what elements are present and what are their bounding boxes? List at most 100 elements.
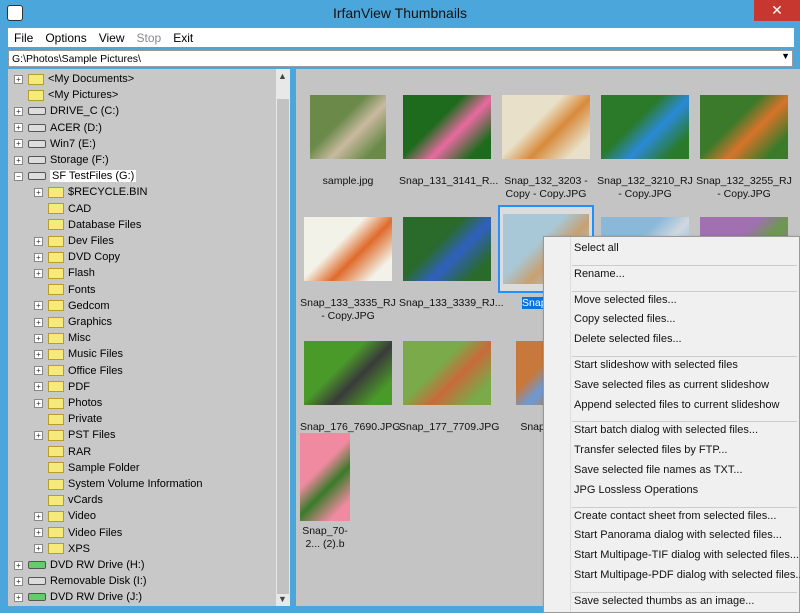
thumbnail[interactable]: Snap_132_3203 - Copy - Copy.JPG: [498, 83, 594, 201]
context-menu-item[interactable]: Start slideshow with selected files: [574, 359, 738, 371]
tree-item[interactable]: + DVD RW Drive (H:): [14, 557, 145, 573]
thumbnail[interactable]: Snap_177_7709.JPG: [399, 329, 499, 434]
tree-item[interactable]: Fonts: [34, 282, 96, 298]
close-button[interactable]: ✕: [754, 0, 800, 21]
expand-icon[interactable]: +: [34, 268, 43, 278]
tree-item[interactable]: − SF TestFiles (G:): [14, 168, 137, 184]
expand-icon[interactable]: +: [14, 139, 23, 149]
context-menu-item[interactable]: Start Panorama dialog with selected file…: [574, 529, 782, 541]
expand-icon[interactable]: +: [14, 74, 23, 84]
tree-item[interactable]: + Video: [34, 508, 96, 524]
scroll-up-icon[interactable]: ▲: [278, 71, 287, 81]
expand-icon[interactable]: +: [34, 333, 43, 343]
menu-exit[interactable]: Exit: [167, 28, 199, 47]
tree-item[interactable]: + Graphics: [34, 314, 112, 330]
tree-item[interactable]: + Removable Disk (I:): [14, 573, 147, 589]
tree-item[interactable]: Database Files: [34, 217, 141, 233]
expand-icon[interactable]: +: [14, 155, 23, 165]
thumbnail[interactable]: Snap_132_3210_RJ - Copy.JPG: [597, 83, 693, 201]
context-menu-item[interactable]: Select all: [574, 242, 619, 254]
expand-icon[interactable]: +: [34, 301, 43, 311]
tree-item[interactable]: + Video Files: [34, 525, 122, 541]
expand-icon[interactable]: +: [34, 430, 43, 440]
expand-icon[interactable]: +: [34, 382, 43, 392]
expand-icon[interactable]: +: [34, 366, 43, 376]
expand-icon[interactable]: +: [34, 236, 43, 246]
tree-item[interactable]: + DVD RW Drive (J:): [14, 589, 142, 605]
menu-view[interactable]: View: [93, 28, 131, 47]
tree-item[interactable]: RAR: [34, 444, 91, 460]
expand-icon[interactable]: +: [34, 511, 43, 521]
chevron-down-icon[interactable]: ▼: [781, 51, 790, 61]
collapse-icon[interactable]: −: [14, 171, 23, 181]
tree-item[interactable]: + PST Files: [34, 427, 115, 443]
context-menu-item[interactable]: Create contact sheet from selected files…: [574, 510, 776, 522]
expand-icon[interactable]: +: [14, 592, 23, 602]
thumbnail[interactable]: Snap_133_3335_RJ - Copy.JPG: [300, 205, 396, 323]
tree-scrollbar[interactable]: ▲ ▼: [276, 69, 290, 606]
tree-item[interactable]: + <My Documents>: [14, 71, 134, 87]
menu-separator: [572, 591, 797, 593]
tree-item[interactable]: + DVD Copy: [34, 249, 120, 265]
context-menu-item[interactable]: Transfer selected files by FTP...: [574, 444, 727, 456]
expand-icon[interactable]: +: [34, 528, 43, 538]
folder-icon: [48, 543, 64, 555]
tree-item[interactable]: + Music Files: [34, 346, 123, 362]
context-menu-item[interactable]: Save selected files as current slideshow: [574, 379, 769, 391]
context-menu-item[interactable]: Move selected files...: [574, 294, 677, 306]
expand-icon[interactable]: +: [34, 398, 43, 408]
thumbnail[interactable]: Snap_133_3339_RJ...: [399, 205, 504, 310]
context-menu-item[interactable]: Delete selected files...: [574, 333, 682, 345]
context-menu-item[interactable]: Append selected files to current slidesh…: [574, 399, 779, 411]
thumbnail[interactable]: Snap_70-2... (2).b: [300, 433, 350, 551]
tree-item[interactable]: + Photos: [34, 395, 102, 411]
tree-item[interactable]: CAD: [34, 201, 91, 217]
context-menu-item[interactable]: Copy selected files...: [574, 313, 676, 325]
tree-item[interactable]: + XPS: [34, 541, 90, 557]
folder-icon: [48, 300, 64, 312]
thumbnail[interactable]: sample.jpg: [300, 83, 396, 188]
tree-item[interactable]: + Misc: [34, 330, 91, 346]
menu-file[interactable]: File: [8, 28, 39, 47]
path-combobox[interactable]: G:\Photos\Sample Pictures\ ▼: [8, 50, 793, 67]
context-menu-item[interactable]: Save selected thumbs as an image...: [574, 595, 754, 607]
context-menu-item[interactable]: Rename...: [574, 268, 625, 280]
tree-item[interactable]: vCards: [34, 492, 103, 508]
tree-item[interactable]: + ACER (D:): [14, 120, 102, 136]
tree-item[interactable]: + DRIVE_C (C:): [14, 103, 119, 119]
context-menu-item[interactable]: Save selected file names as TXT...: [574, 464, 743, 476]
tree-item[interactable]: + Office Files: [34, 363, 123, 379]
tree-item[interactable]: Sample Folder: [34, 460, 140, 476]
menu-options[interactable]: Options: [39, 28, 92, 47]
thumbnail[interactable]: Snap_131_3141_R...: [399, 83, 498, 188]
expand-icon[interactable]: +: [34, 252, 43, 262]
tree-item[interactable]: + PDF: [34, 379, 90, 395]
expand-icon[interactable]: +: [14, 123, 23, 133]
expand-icon[interactable]: +: [14, 106, 23, 116]
tree-item[interactable]: + $RECYCLE.BIN: [34, 184, 147, 200]
expand-icon[interactable]: +: [14, 560, 23, 570]
expand-icon[interactable]: +: [34, 544, 43, 554]
scrollbar-thumb[interactable]: [277, 99, 289, 594]
expand-icon[interactable]: +: [34, 187, 43, 197]
tree-item[interactable]: System Volume Information: [34, 476, 203, 492]
tree-item[interactable]: + Gedcom: [34, 298, 110, 314]
expand-icon[interactable]: +: [34, 317, 43, 327]
context-menu-item[interactable]: Start Multipage-PDF dialog with selected…: [574, 569, 800, 581]
tree-item[interactable]: <My Pictures>: [14, 87, 118, 103]
tree-item[interactable]: Private: [34, 411, 102, 427]
expand-icon[interactable]: +: [14, 576, 23, 586]
thumbnail[interactable]: Snap_176_7690.JPG: [300, 329, 400, 434]
expand-icon[interactable]: +: [34, 349, 43, 359]
context-menu-item[interactable]: JPG Lossless Operations: [574, 484, 698, 496]
thumbnail-image: [700, 95, 788, 159]
tree-item-label: $RECYCLE.BIN: [68, 186, 148, 199]
context-menu-item[interactable]: Start Multipage-TIF dialog with selected…: [574, 549, 799, 561]
tree-item[interactable]: + Storage (F:): [14, 152, 109, 168]
context-menu-item[interactable]: Start batch dialog with selected files..…: [574, 424, 758, 436]
tree-item[interactable]: + Flash: [34, 265, 95, 281]
tree-item[interactable]: + Win7 (E:): [14, 136, 96, 152]
scroll-down-icon[interactable]: ▼: [278, 594, 287, 604]
thumbnail[interactable]: Snap_132_3255_RJ - Copy.JPG: [696, 83, 792, 201]
tree-item[interactable]: + Dev Files: [34, 233, 114, 249]
